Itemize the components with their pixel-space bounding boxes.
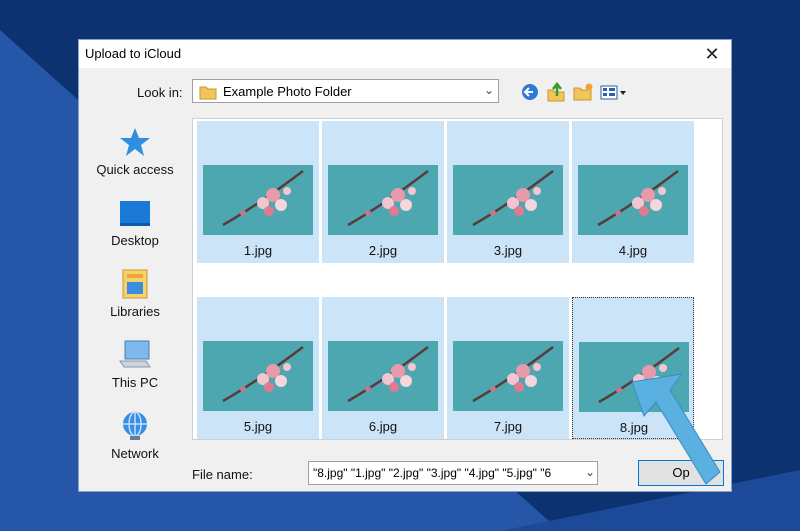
- window-title: Upload to iCloud: [85, 46, 182, 61]
- file-item[interactable]: 3.jpg: [447, 121, 569, 263]
- libraries-icon: [122, 269, 148, 299]
- look-in-label: Look in:: [137, 85, 183, 100]
- back-arrow-icon[interactable]: [519, 82, 541, 102]
- file-name-input[interactable]: "8.jpg" "1.jpg" "2.jpg" "3.jpg" "4.jpg" …: [308, 461, 598, 485]
- file-item[interactable]: 1.jpg: [197, 121, 319, 263]
- view-menu-icon[interactable]: [599, 82, 629, 102]
- pointer-arrow-icon: [631, 373, 721, 485]
- file-item[interactable]: 7.jpg: [447, 297, 569, 439]
- file-name: 5.jpg: [243, 419, 273, 434]
- file-item[interactable]: 4.jpg: [572, 121, 694, 263]
- close-icon: ✕: [704, 44, 720, 64]
- sidebar-item-network[interactable]: Network: [85, 410, 185, 474]
- desktop-icon: [120, 201, 150, 226]
- file-item[interactable]: 5.jpg: [197, 297, 319, 439]
- file-name-label: File name:: [192, 467, 253, 482]
- sidebar-item-label: This PC: [111, 375, 159, 390]
- file-item[interactable]: 6.jpg: [322, 297, 444, 439]
- file-name: 2.jpg: [368, 243, 398, 258]
- title-bar: Upload to iCloud ✕: [79, 40, 731, 68]
- look-in-value: Example Photo Folder: [223, 84, 352, 99]
- chevron-down-icon: ⌄: [483, 83, 494, 97]
- close-button[interactable]: ✕: [701, 43, 723, 65]
- sidebar-item-label: Desktop: [111, 233, 159, 248]
- chevron-down-icon[interactable]: ⌄: [582, 465, 595, 479]
- folder-icon: [199, 86, 217, 100]
- file-name-value: "8.jpg" "1.jpg" "2.jpg" "3.jpg" "4.jpg" …: [313, 466, 552, 480]
- blossom-thumbnail: [328, 165, 438, 235]
- sidebar-item-this-pc[interactable]: This PC: [85, 339, 185, 403]
- file-name: 7.jpg: [493, 419, 523, 434]
- file-name: 4.jpg: [618, 243, 648, 258]
- file-item[interactable]: 2.jpg: [322, 121, 444, 263]
- blossom-thumbnail: [203, 341, 313, 411]
- blossom-thumbnail: [453, 165, 563, 235]
- sidebar-item-libraries[interactable]: Libraries: [85, 268, 185, 332]
- places-sidebar: Quick access Desktop Libraries This PC N…: [85, 118, 185, 470]
- computer-icon: [119, 340, 151, 368]
- up-folder-icon[interactable]: [545, 82, 567, 102]
- sidebar-item-desktop[interactable]: Desktop: [85, 197, 185, 261]
- sidebar-item-label: Libraries: [110, 304, 160, 319]
- sidebar-item-label: Network: [111, 446, 159, 461]
- blossom-thumbnail: [453, 341, 563, 411]
- look-in-dropdown[interactable]: Example Photo Folder ⌄: [192, 79, 499, 103]
- new-folder-icon[interactable]: [572, 82, 594, 102]
- blossom-thumbnail: [578, 165, 688, 235]
- file-name: 6.jpg: [368, 419, 398, 434]
- file-name: 1.jpg: [243, 243, 273, 258]
- file-name: 3.jpg: [493, 243, 523, 258]
- blossom-thumbnail: [328, 341, 438, 411]
- blossom-thumbnail: [203, 165, 313, 235]
- network-icon: [123, 411, 147, 440]
- star-icon: [120, 128, 150, 156]
- sidebar-item-quick-access[interactable]: Quick access: [85, 126, 185, 190]
- sidebar-item-label: Quick access: [96, 162, 174, 177]
